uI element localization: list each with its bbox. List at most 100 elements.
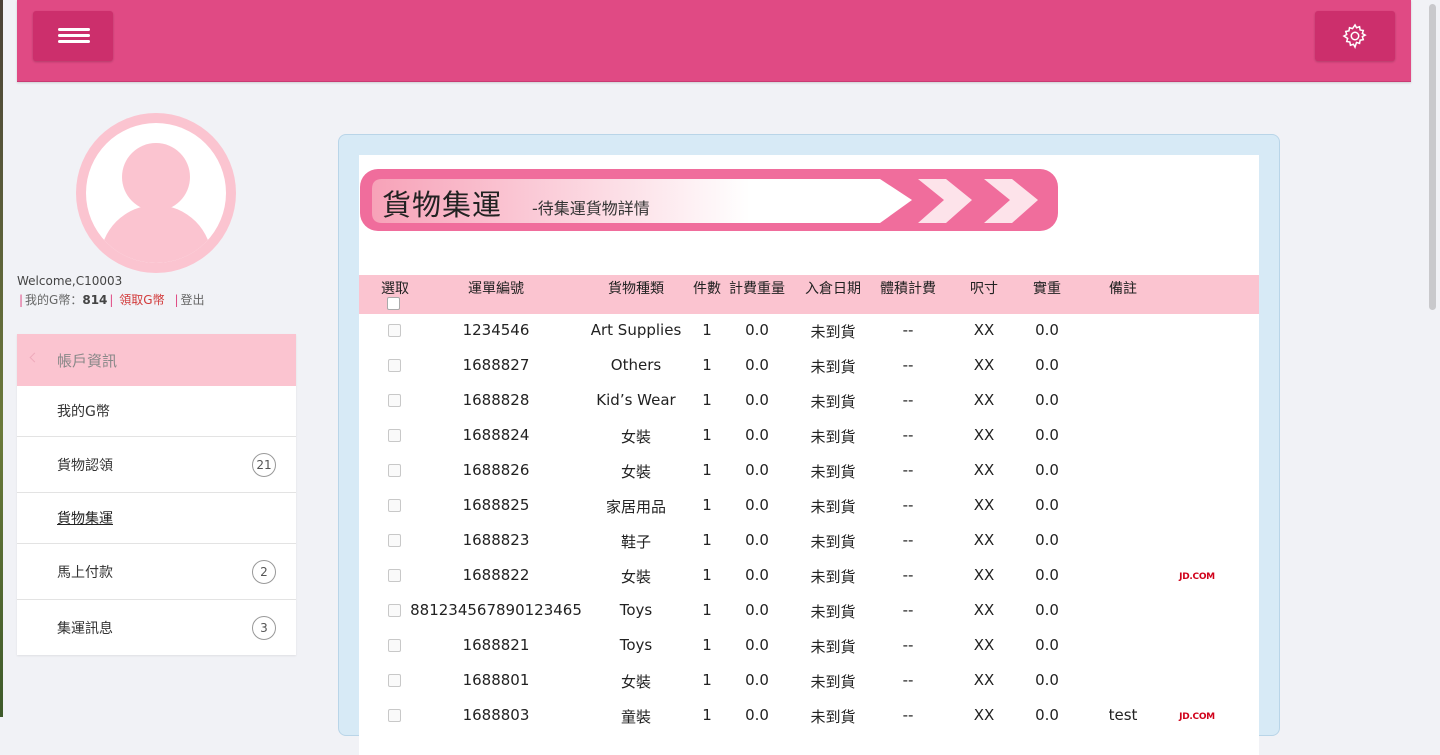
row-checkbox[interactable] [388, 359, 401, 372]
scrollbar-thumb[interactable] [1429, 4, 1436, 310]
charge-weight-cell: 0.0 [745, 426, 769, 444]
volume-cell: -- [902, 426, 914, 444]
real-weight-cell: 0.0 [1035, 461, 1059, 479]
real-weight-cell: 0.0 [1035, 636, 1059, 654]
scrollbar[interactable] [1424, 0, 1440, 717]
qty-cell: 1 [702, 671, 712, 689]
waybill-cell: 1688824 [462, 426, 530, 444]
charge-weight-cell: 0.0 [745, 531, 769, 549]
gear-icon [1342, 23, 1367, 49]
row-checkbox[interactable] [388, 674, 401, 687]
sidebar-header[interactable]: 帳戶資訊 [17, 334, 296, 386]
waybill-cell: 1688823 [462, 531, 530, 549]
volume-cell: -- [902, 671, 914, 689]
sidebar-item-consolidation[interactable]: 貨物集運 [17, 493, 296, 544]
col-real-weight: 實重 [1033, 281, 1061, 297]
type-cell: Toys [619, 601, 653, 619]
table-row: 1688822 女裝 1 0.0 未到貨 -- XX 0.0 JD.COM [359, 559, 1259, 594]
waybill-cell: 1688826 [462, 461, 530, 479]
charge-weight-cell: 0.0 [745, 391, 769, 409]
menu-button[interactable] [33, 11, 113, 61]
row-checkbox[interactable] [388, 499, 401, 512]
volume-cell: -- [902, 601, 914, 619]
date-cell: 未到貨 [810, 533, 856, 551]
row-checkbox[interactable] [388, 639, 401, 652]
row-checkbox[interactable] [388, 534, 401, 547]
date-cell: 未到貨 [810, 498, 856, 516]
avatar [76, 113, 236, 273]
real-weight-cell: 0.0 [1035, 566, 1059, 584]
date-cell: 未到貨 [810, 323, 856, 341]
size-cell: XX [973, 426, 995, 444]
select-all-checkbox[interactable] [387, 297, 400, 310]
sidebar-item-my-coins[interactable]: 我的G幣 [17, 386, 296, 437]
table-row: 1688827 Others 1 0.0 未到貨 -- XX 0.0 [359, 349, 1259, 384]
row-checkbox[interactable] [388, 709, 401, 722]
row-checkbox[interactable] [388, 324, 401, 337]
charge-weight-cell: 0.0 [745, 496, 769, 514]
table-row: 1688826 女裝 1 0.0 未到貨 -- XX 0.0 [359, 454, 1259, 489]
waybill-cell: 1688822 [462, 566, 530, 584]
row-checkbox[interactable] [388, 569, 401, 582]
charge-weight-cell: 0.0 [745, 566, 769, 584]
count-badge: 3 [252, 615, 276, 640]
col-volume: 體積計費 [880, 281, 936, 297]
sidebar-item-cargo-claim[interactable]: 貨物認領 21 [17, 437, 296, 493]
welcome-text: Welcome,C10003 [17, 274, 123, 288]
table-row: 1688825 家居用品 1 0.0 未到貨 -- XX 0.0 [359, 489, 1259, 524]
row-checkbox[interactable] [388, 604, 401, 617]
waybill-cell: 881234567890123465 [410, 601, 582, 619]
real-weight-cell: 0.0 [1035, 426, 1059, 444]
volume-cell: -- [902, 706, 914, 724]
jd-logo: JD.COM [1179, 572, 1215, 582]
charge-weight-cell: 0.0 [745, 601, 769, 619]
type-cell: Toys [619, 636, 653, 654]
qty-cell: 1 [702, 601, 712, 619]
row-checkbox[interactable] [388, 394, 401, 407]
sidebar-item-messages[interactable]: 集運訊息 3 [17, 600, 296, 655]
table-row: 1688823 鞋子 1 0.0 未到貨 -- XX 0.0 [359, 524, 1259, 559]
qty-cell: 1 [702, 321, 712, 339]
date-cell: 未到貨 [810, 673, 856, 691]
col-date: 入倉日期 [805, 281, 861, 297]
count-badge: 2 [252, 559, 276, 584]
col-qty: 件數 [693, 281, 721, 297]
col-waybill: 運單編號 [468, 281, 524, 297]
settings-button[interactable] [1315, 11, 1395, 61]
charge-weight-cell: 0.0 [745, 321, 769, 339]
size-cell: XX [973, 601, 995, 619]
qty-cell: 1 [702, 356, 712, 374]
claim-coins-link[interactable]: 領取G幣 [119, 293, 164, 307]
date-cell: 未到貨 [810, 568, 856, 586]
logout-link[interactable]: 登出 [180, 293, 204, 307]
table-row: 1688828 Kid’s Wear 1 0.0 未到貨 -- XX 0.0 [359, 384, 1259, 419]
real-weight-cell: 0.0 [1035, 601, 1059, 619]
waybill-cell: 1688801 [462, 671, 530, 689]
charge-weight-cell: 0.0 [745, 461, 769, 479]
col-size: 呎寸 [970, 281, 998, 297]
type-cell: Kid’s Wear [596, 391, 676, 409]
real-weight-cell: 0.0 [1035, 496, 1059, 514]
type-cell: 女裝 [620, 463, 652, 481]
col-type: 貨物種類 [608, 281, 664, 297]
table-row: 881234567890123465 Toys 1 0.0 未到貨 -- XX 0.0 [359, 594, 1259, 629]
type-cell: 女裝 [620, 428, 652, 446]
type-cell: 鞋子 [620, 533, 652, 551]
page-subtitle: -待集運貨物詳情 [532, 199, 650, 218]
chevron-down-icon [29, 352, 40, 363]
qty-cell: 1 [702, 636, 712, 654]
waybill-cell: 1234546 [462, 321, 530, 339]
type-cell: Art Supplies [590, 321, 682, 339]
sidebar-item-pay-now[interactable]: 馬上付款 2 [17, 544, 296, 600]
sidebar-menu: 帳戶資訊 我的G幣 貨物認領 21 貨物集運 馬上付款 2 集運訊息 3 [17, 334, 296, 655]
coins-value: 814 [82, 293, 108, 307]
qty-cell: 1 [702, 391, 712, 409]
coins-label: 我的G幣： [25, 293, 83, 307]
charge-weight-cell: 0.0 [745, 636, 769, 654]
size-cell: XX [973, 496, 995, 514]
qty-cell: 1 [702, 496, 712, 514]
row-checkbox[interactable] [388, 429, 401, 442]
waybill-cell: 1688825 [462, 496, 530, 514]
row-checkbox[interactable] [388, 464, 401, 477]
date-cell: 未到貨 [810, 603, 856, 621]
